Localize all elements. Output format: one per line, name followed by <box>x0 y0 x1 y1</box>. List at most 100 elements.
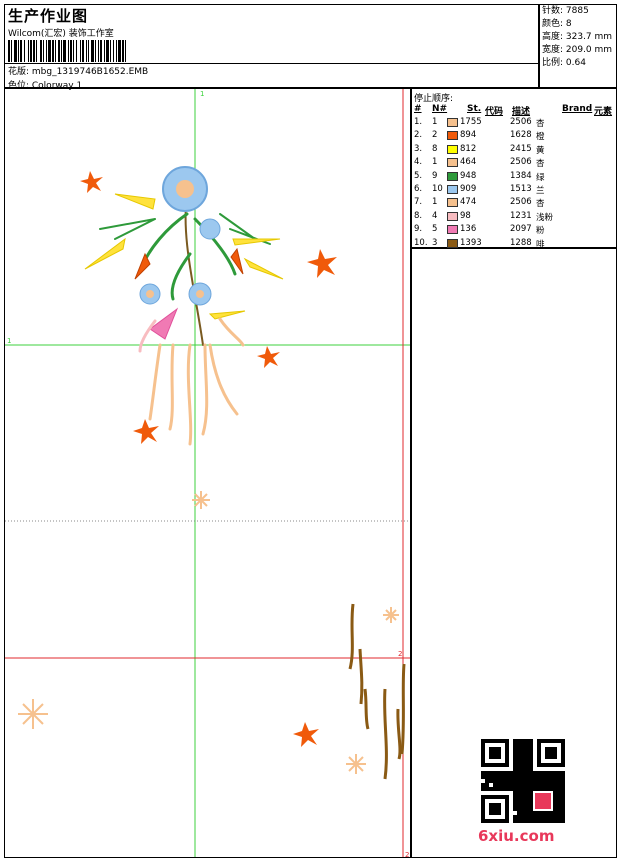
legend-cell-desc: 杏 <box>536 119 545 129</box>
stats-panel: 针数: 7885 颜色: 8 高度: 323.7 mm 宽度: 209.0 mm… <box>539 4 617 88</box>
col-brand: Brand <box>562 104 593 114</box>
legend-cell-num: 5. <box>414 170 423 181</box>
legend-cell-needle: 3 <box>432 237 438 248</box>
legend-cell-stitches: 1755 <box>460 117 482 127</box>
design-filename: 花版: mbg_1319746B1652.EMB <box>8 67 149 77</box>
legend-cell-desc: 粉 <box>536 226 545 237</box>
legend-cell-code: 1288 <box>510 237 532 248</box>
legend-cell-code: 1628 <box>510 130 532 141</box>
legend-cell-needle: 1 <box>432 117 438 127</box>
legend-cell-code: 2506 <box>510 197 532 208</box>
legend-cell-code: 2506 <box>510 117 532 127</box>
brown-grass-motif <box>348 603 406 780</box>
legend-row: 9. 5 136 2097 粉 <box>412 223 616 236</box>
legend-cell-needle: 1 <box>432 197 438 208</box>
legend-cell-stitches: 474 <box>460 197 477 208</box>
legend-cell-stitches: 464 <box>460 157 477 168</box>
legend-cell-desc: 黄 <box>536 145 545 156</box>
legend-row: 6. 10 909 1513 兰 <box>412 183 616 196</box>
legend-cell-needle: 1 <box>432 157 438 168</box>
legend-row: 1. 1 1755 2506 杏 <box>412 116 616 129</box>
legend-cell-num: 4. <box>414 157 423 168</box>
legend-cell-stitches: 948 <box>460 170 477 181</box>
design-height: 高度: 323.7 mm <box>542 32 613 42</box>
legend-cell-stitches: 909 <box>460 183 477 194</box>
color-count: 颜色: 8 <box>542 19 572 29</box>
legend-cell-stitches: 98 <box>460 210 471 221</box>
color-swatch <box>447 158 458 168</box>
orange-star-motifs <box>80 171 337 747</box>
legend-cell-stitches: 136 <box>460 224 477 235</box>
legend-cell-num: 6. <box>414 183 423 194</box>
legend-cell-num: 9. <box>414 224 423 235</box>
header-panel: 生产作业图 Wilcom(汇宏) 装饰工作室 花版: mbg_1319746B1… <box>4 4 539 91</box>
legend-cell-needle: 2 <box>432 130 438 141</box>
legend-header: # N# St. 代码 描述 Brand 元素 <box>412 104 616 117</box>
legend-row: 5. 9 948 1384 绿 <box>412 170 616 183</box>
legend-cell-stitches: 1393 <box>460 237 482 248</box>
legend-cell-code: 1384 <box>510 170 532 181</box>
legend-cell-num: 2. <box>414 130 423 141</box>
stop-sequence-title: 停止顺序: <box>414 94 454 104</box>
page-title: 生产作业图 <box>8 7 89 25</box>
qr-code <box>481 739 565 823</box>
legend-cell-needle: 8 <box>432 143 438 154</box>
design-scale: 比例: 0.64 <box>542 58 586 68</box>
color-swatch <box>447 238 458 248</box>
col-num: # <box>414 104 422 114</box>
color-swatch <box>447 118 458 127</box>
guide-label-green-h: 1 <box>7 337 11 345</box>
legend-cell-desc: 杏 <box>536 159 545 170</box>
barcode <box>8 40 238 62</box>
legend-row: 4. 1 464 2506 杏 <box>412 156 616 169</box>
legend-cell-num: 1. <box>414 117 423 127</box>
color-swatch <box>447 144 458 154</box>
legend-row: 3. 8 812 2415 黄 <box>412 143 616 156</box>
legend-cell-stitches: 894 <box>460 130 477 141</box>
guide-label-red-v: 2 <box>405 851 409 858</box>
color-swatch <box>447 184 458 194</box>
legend-cell-num: 3. <box>414 143 423 154</box>
color-swatch <box>447 171 458 181</box>
legend-cell-code: 1513 <box>510 183 532 194</box>
legend-cell-desc: 绿 <box>536 172 545 183</box>
legend-cell-needle: 4 <box>432 210 438 221</box>
apricot-sparkle-motifs <box>18 491 399 774</box>
guide-label-green-v: 1 <box>200 90 204 98</box>
guide-label-red-h: 2 <box>398 650 402 658</box>
col-stitches: St. <box>467 104 482 114</box>
legend-cell-code: 2097 <box>510 224 532 235</box>
legend-cell-needle: 5 <box>432 224 438 235</box>
embroidery-preview: 1 1 2 2 <box>5 89 410 858</box>
color-swatch <box>447 198 458 208</box>
col-needle: N# <box>432 104 448 114</box>
color-swatch <box>447 225 458 235</box>
legend-cell-stitches: 812 <box>460 143 477 154</box>
legend-row: 7. 1 474 2506 杏 <box>412 196 616 209</box>
stitch-count: 针数: 7885 <box>542 6 589 16</box>
color-swatch <box>447 131 458 141</box>
legend-row: 2. 2 894 1628 橙 <box>412 129 616 142</box>
legend-cell-num: 7. <box>414 197 423 208</box>
color-swatch <box>447 211 458 221</box>
watermark: 6xiu.com <box>478 827 555 845</box>
legend-row: 8. 4 98 1231 浅粉 <box>412 210 616 223</box>
main-flower-motif <box>84 166 284 446</box>
design-canvas: 1 1 2 2 <box>4 88 411 858</box>
legend-cell-code: 2506 <box>510 157 532 168</box>
legend-cell-desc: 浅粉 <box>536 212 554 223</box>
legend-cell-code: 1231 <box>510 210 532 221</box>
legend-cell-code: 2415 <box>510 143 532 154</box>
legend-cell-num: 8. <box>414 210 423 221</box>
color-sequence-panel: 停止顺序: # N# St. 代码 描述 Brand 元素 1. 1 1755 250… <box>411 88 617 250</box>
company-name: Wilcom(汇宏) 装饰工作室 <box>8 29 114 39</box>
legend-cell-desc: 杏 <box>536 199 545 210</box>
legend-rows: 1. 1 1755 2506 杏 2. 2 894 1628 橙 3. 8 812 2415 黄 4. 1 464… <box>412 116 616 250</box>
legend-cell-desc: 兰 <box>536 185 545 196</box>
design-width: 宽度: 209.0 mm <box>542 45 613 55</box>
legend-cell-needle: 9 <box>432 170 438 181</box>
legend-cell-num: 10. <box>414 237 428 248</box>
legend-cell-desc: 橙 <box>536 132 545 143</box>
legend-cell-needle: 10 <box>432 183 443 194</box>
side-panel: 6xiu.com <box>411 248 617 858</box>
